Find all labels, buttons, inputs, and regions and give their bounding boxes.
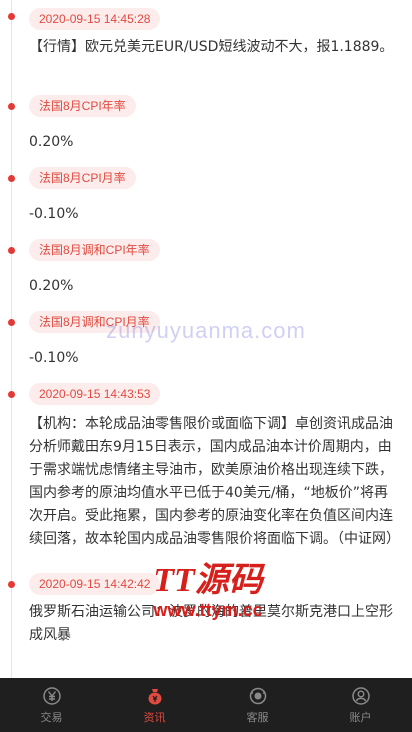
tab-label: 客服 (246, 711, 269, 724)
tab-service[interactable]: 客服 (206, 678, 309, 732)
timeline-dot (8, 247, 15, 254)
feed-item-tag: 2020-09-15 14:45:28 (29, 8, 161, 30)
feed-item[interactable]: 2020-09-15 14:45:28 【行情】欧元兑美元EUR/USD短线波动… (0, 0, 412, 95)
tab-news[interactable]: 资讯 (103, 678, 206, 732)
tab-label: 交易 (40, 711, 63, 724)
timeline-dot (8, 175, 15, 182)
tab-account[interactable]: 账户 (309, 678, 412, 732)
timeline-dot (8, 581, 15, 588)
tab-label: 资讯 (143, 711, 166, 724)
user-icon (351, 686, 370, 705)
timeline-dot (8, 391, 15, 398)
watermark-logo: TT源码 www.ttym.cc (118, 562, 298, 632)
feed-item-tag: 法国8月调和CPI年率 (29, 239, 160, 261)
feed-item[interactable]: 2020-09-15 14:43:53 【机构：本轮成品油零售限价或面临下调】卓… (0, 383, 412, 573)
timeline-dot (8, 13, 15, 20)
feed-item-text: -0.10% (29, 350, 79, 366)
news-bag-icon (148, 688, 161, 704)
feed-item-tag: 法国8月CPI年率 (29, 95, 136, 117)
feed-item[interactable]: 法国8月CPI年率 0.20% (0, 95, 412, 167)
timeline-dot (8, 103, 15, 110)
feed-item-tag: 法国8月CPI月率 (29, 167, 136, 189)
tab-label: 账户 (349, 711, 372, 724)
bottom-tab-bar: 交易 资讯 客服 账户 (0, 678, 412, 732)
feed-item-text: -0.10% (29, 206, 79, 222)
watermark-logo-url: www.ttym.cc (153, 600, 263, 620)
feed-item-tag: 2020-09-15 14:43:53 (29, 383, 161, 405)
feed-item-text: 【行情】欧元兑美元EUR/USD短线波动不大，报1.1889。 (29, 39, 394, 55)
feed-item-text: 【机构：本轮成品油零售限价或面临下调】卓创资讯成品油分析师戴田东9月15日表示，… (29, 416, 400, 547)
feed-item-text: 0.20% (29, 134, 74, 150)
customer-service-icon (249, 687, 266, 704)
watermark-logo-title: TT源码 (153, 562, 263, 599)
feed-item[interactable]: 法国8月调和CPI年率 0.20% (0, 239, 412, 311)
yen-circle-icon (42, 686, 61, 705)
feed-item-text: 0.20% (29, 278, 74, 294)
watermark-text: zunyuyuanma.com (106, 318, 306, 343)
feed-item[interactable]: 法国8月CPI月率 -0.10% (0, 167, 412, 239)
tab-trade[interactable]: 交易 (0, 678, 103, 732)
